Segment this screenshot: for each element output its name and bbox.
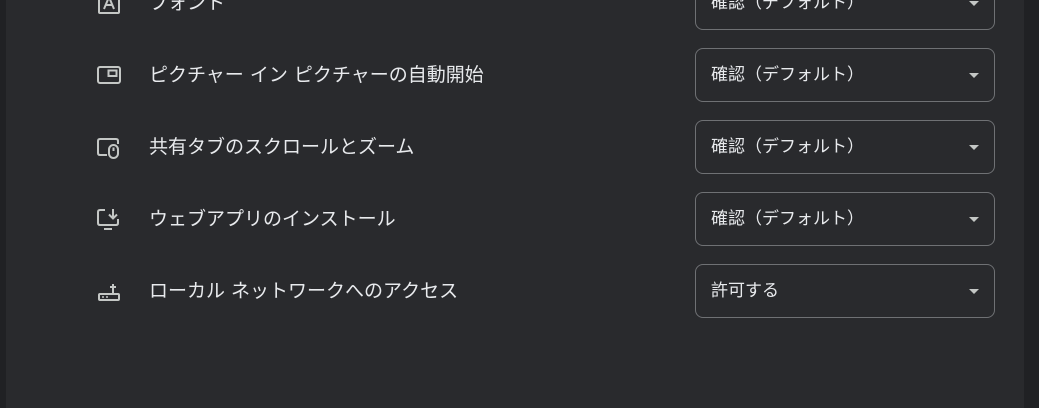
- local-network-permission-select[interactable]: 許可する: [695, 264, 995, 318]
- setting-row-web-app-install: ウェブアプリのインストール 確認（デフォルト）: [6, 192, 1024, 246]
- setting-row-local-network: ローカル ネットワークへのアクセス 許可する: [6, 264, 1024, 318]
- web-app-install-permission-select[interactable]: 確認（デフォルト）: [695, 192, 995, 246]
- setting-row-shared-tab-scroll: 共有タブのスクロールとズーム 確認（デフォルト）: [6, 120, 1024, 174]
- site-settings-panel: フォント 確認（デフォルト） ピクチャー イン ピクチャーの自動開始 確認（デフ…: [6, 0, 1024, 408]
- setting-label: フォント: [149, 0, 226, 14]
- select-value: 許可する: [711, 281, 779, 301]
- dropdown-arrow-icon: [969, 145, 979, 150]
- router-icon: [96, 278, 122, 304]
- auto-pip-permission-select[interactable]: 確認（デフォルト）: [695, 48, 995, 102]
- setting-label: ウェブアプリのインストール: [149, 208, 396, 230]
- setting-label: 共有タブのスクロールとズーム: [149, 136, 415, 158]
- select-value: 確認（デフォルト）: [711, 0, 864, 13]
- font-icon: [96, 0, 122, 16]
- shared-tab-scroll-icon: [96, 134, 122, 160]
- picture-in-picture-icon: [96, 62, 122, 88]
- setting-label: ローカル ネットワークへのアクセス: [149, 280, 459, 302]
- dropdown-arrow-icon: [969, 73, 979, 78]
- select-value: 確認（デフォルト）: [711, 209, 864, 229]
- dropdown-arrow-icon: [969, 289, 979, 294]
- setting-row-auto-pip: ピクチャー イン ピクチャーの自動開始 確認（デフォルト）: [6, 48, 1024, 102]
- dropdown-arrow-icon: [969, 217, 979, 222]
- fonts-permission-select[interactable]: 確認（デフォルト）: [695, 0, 995, 30]
- dropdown-arrow-icon: [969, 1, 979, 6]
- select-value: 確認（デフォルト）: [711, 137, 864, 157]
- select-value: 確認（デフォルト）: [711, 65, 864, 85]
- setting-row-fonts: フォント 確認（デフォルト）: [6, 0, 1024, 30]
- install-app-icon: [96, 206, 122, 232]
- shared-tab-scroll-permission-select[interactable]: 確認（デフォルト）: [695, 120, 995, 174]
- setting-label: ピクチャー イン ピクチャーの自動開始: [149, 64, 484, 86]
